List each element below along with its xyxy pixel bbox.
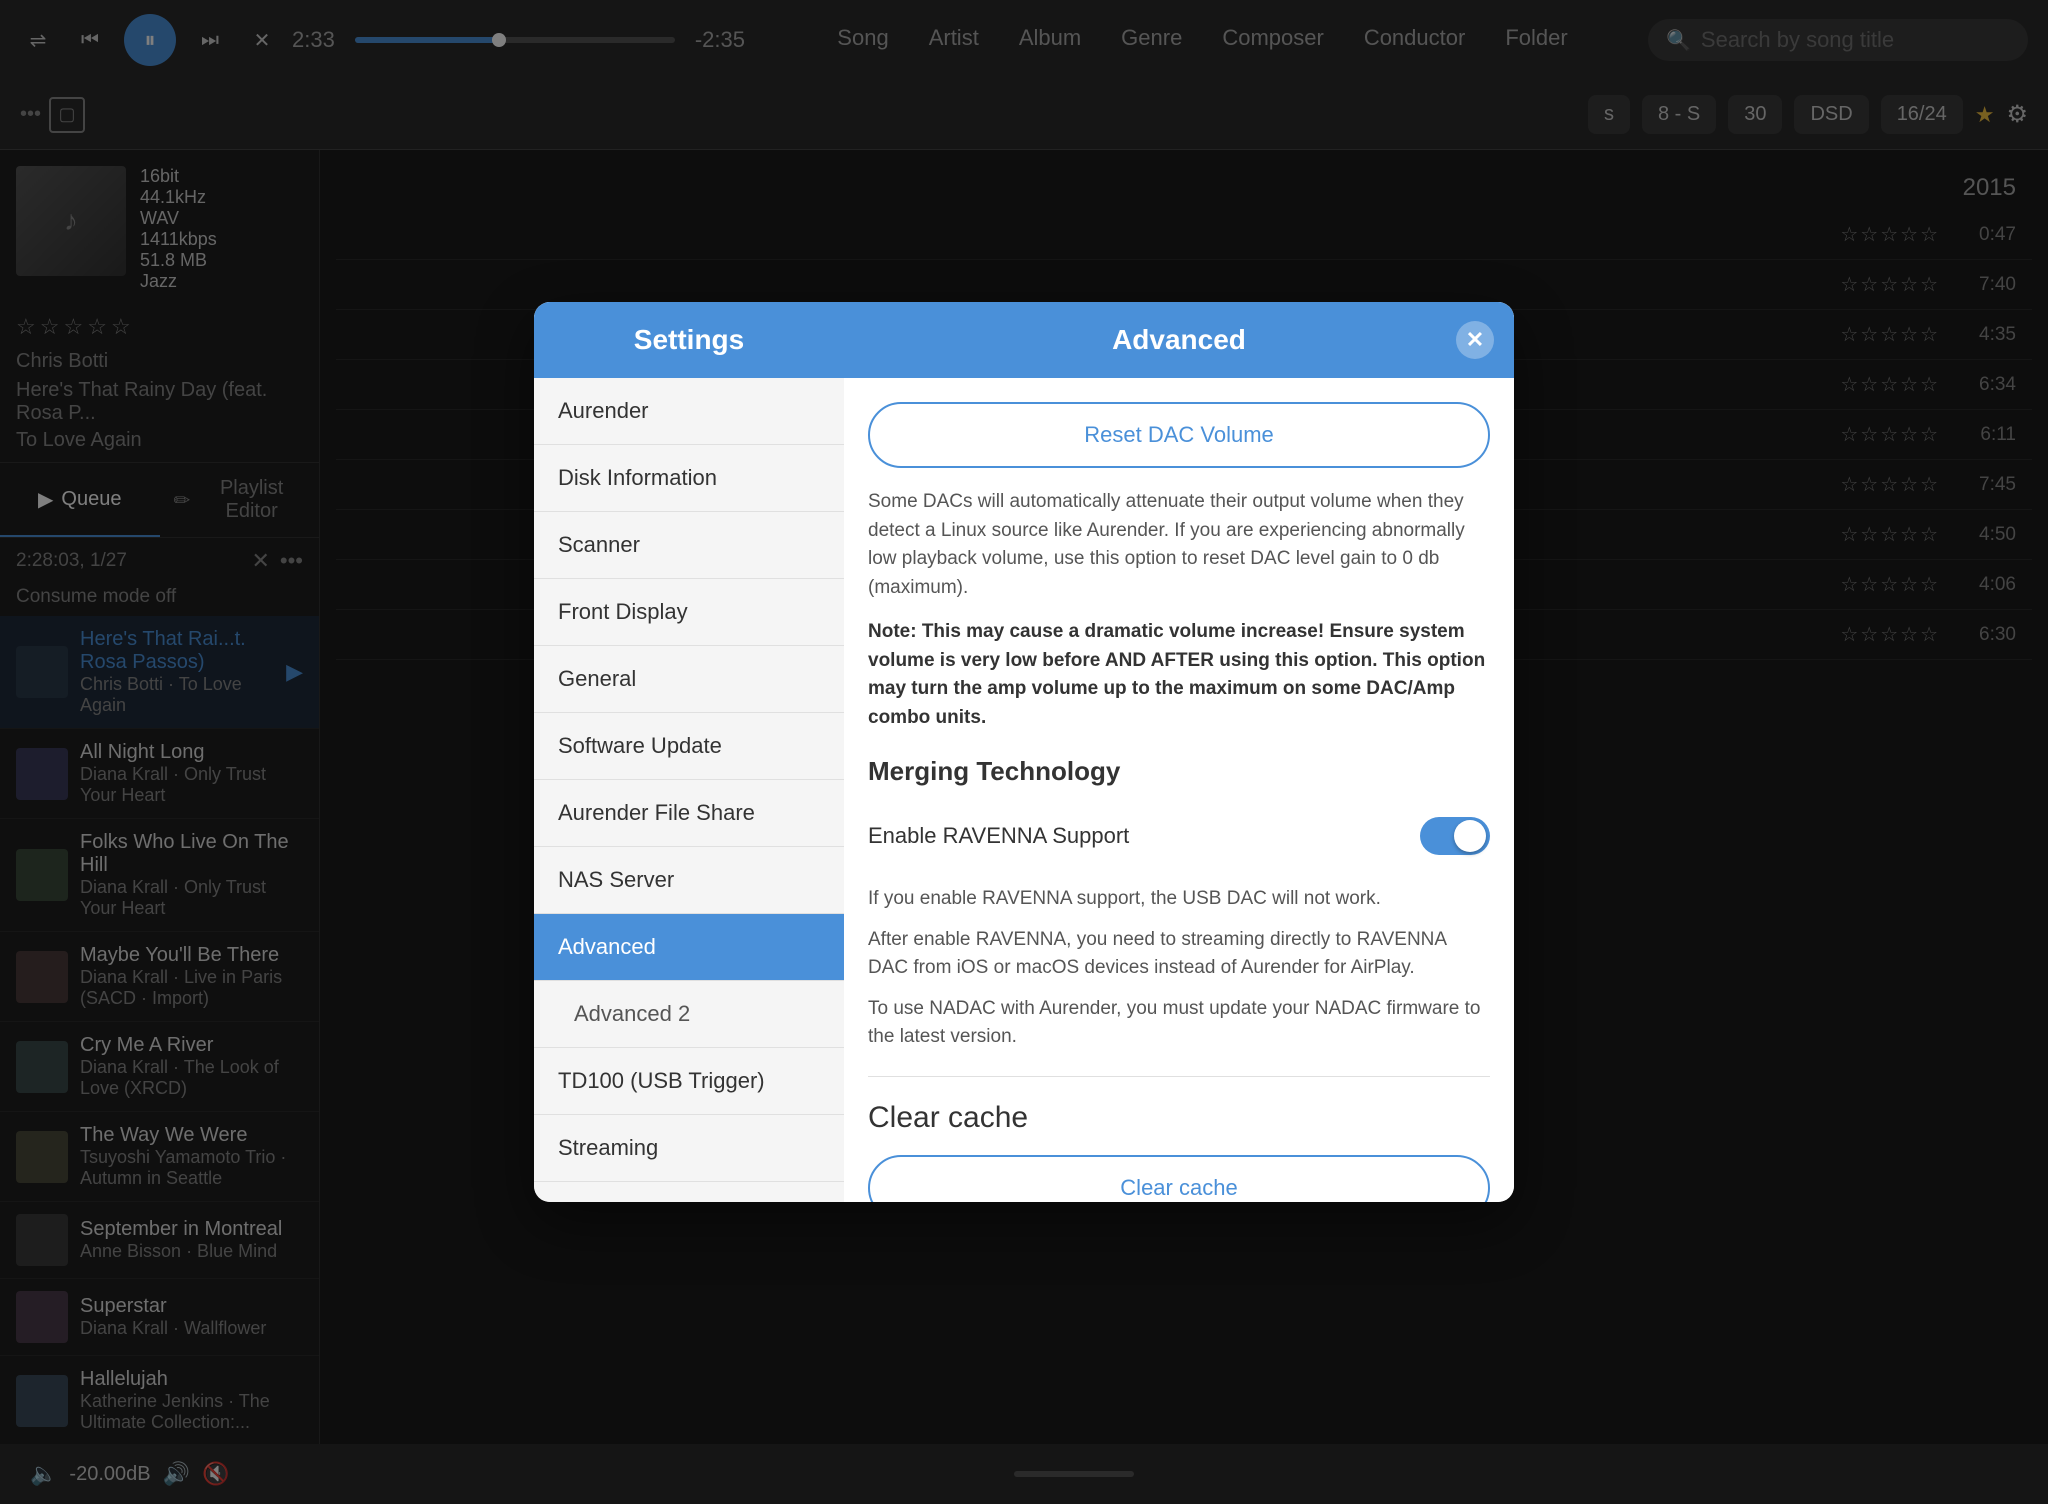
settings-item-acs[interactable]: ACS <box>534 1182 844 1202</box>
reset-dac-info: Some DACs will automatically attenuate t… <box>868 488 1490 602</box>
settings-item-advanced-2[interactable]: Advanced 2 <box>534 981 844 1048</box>
settings-item-general[interactable]: General <box>534 646 844 713</box>
advanced-content: Reset DAC Volume Some DACs will automati… <box>844 378 1514 1202</box>
advanced-title: Advanced <box>1112 324 1246 355</box>
settings-sidebar: Settings Aurender Disk Information Scann… <box>534 302 844 1202</box>
toggle-knob <box>1454 820 1486 852</box>
ravenna-info-1: If you enable RAVENNA support, the USB D… <box>868 885 1490 914</box>
reset-dac-button[interactable]: Reset DAC Volume <box>868 402 1490 468</box>
section-divider <box>868 1076 1490 1077</box>
dialog-overlay: Settings Aurender Disk Information Scann… <box>0 0 2048 1504</box>
settings-item-scanner[interactable]: Scanner <box>534 512 844 579</box>
clear-cache-button[interactable]: Clear cache <box>868 1155 1490 1203</box>
settings-menu: Aurender Disk Information Scanner Front … <box>534 378 844 1202</box>
settings-item-disk-information[interactable]: Disk Information <box>534 445 844 512</box>
advanced-header: Advanced ✕ <box>844 302 1514 378</box>
ravenna-info-3: To use NADAC with Aurender, you must upd… <box>868 995 1490 1052</box>
settings-item-nas-server[interactable]: NAS Server <box>534 847 844 914</box>
settings-item-advanced[interactable]: Advanced <box>534 914 844 981</box>
settings-item-aurender-file-share[interactable]: Aurender File Share <box>534 780 844 847</box>
ravenna-toggle-row: Enable RAVENNA Support <box>868 807 1490 865</box>
reset-dac-warning: Note: This may cause a dramatic volume i… <box>868 618 1490 732</box>
dialog-container: Settings Aurender Disk Information Scann… <box>534 302 1514 1202</box>
ravenna-toggle-label: Enable RAVENNA Support <box>868 823 1129 849</box>
settings-item-aurender[interactable]: Aurender <box>534 378 844 445</box>
ravenna-info-2: After enable RAVENNA, you need to stream… <box>868 926 1490 983</box>
settings-item-software-update[interactable]: Software Update <box>534 713 844 780</box>
settings-item-front-display[interactable]: Front Display <box>534 579 844 646</box>
settings-item-streaming[interactable]: Streaming <box>534 1115 844 1182</box>
clear-cache-title: Clear cache <box>868 1101 1490 1135</box>
close-button[interactable]: ✕ <box>1456 321 1494 359</box>
ravenna-toggle[interactable] <box>1420 817 1490 855</box>
advanced-panel: Advanced ✕ Reset DAC Volume Some DACs wi… <box>844 302 1514 1202</box>
merging-section-title: Merging Technology <box>868 756 1490 787</box>
settings-item-td100[interactable]: TD100 (USB Trigger) <box>534 1048 844 1115</box>
settings-header: Settings <box>534 302 844 378</box>
